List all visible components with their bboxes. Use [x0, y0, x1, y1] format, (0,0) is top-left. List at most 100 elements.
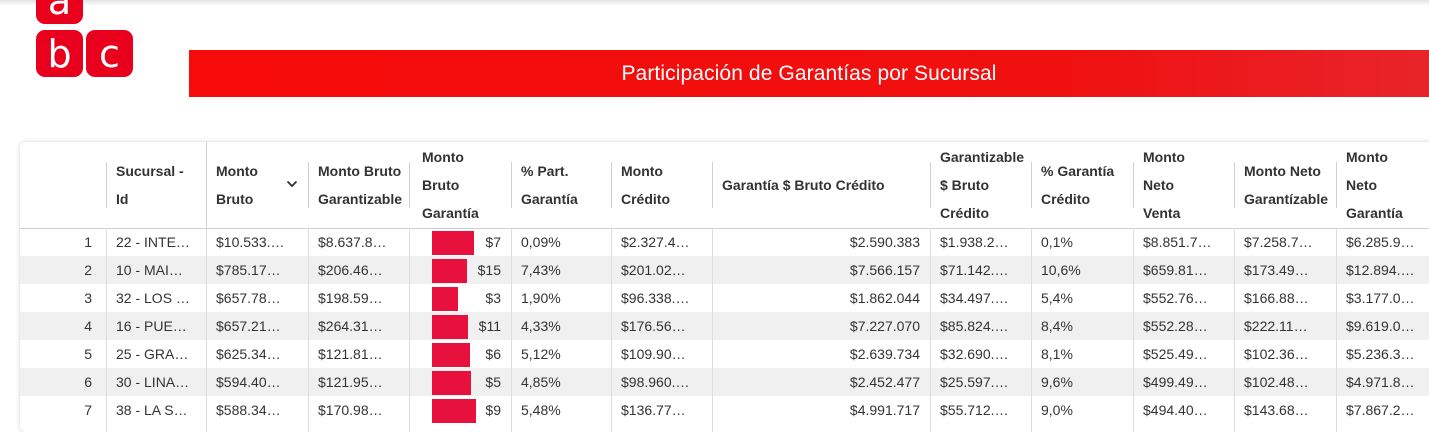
- column-header-line: Garantía: [1346, 205, 1403, 221]
- column-divider: [1031, 228, 1032, 432]
- cell-monto-neto-garantizable: $102.36…: [1244, 346, 1309, 362]
- cell-monto-neto-garantia: $3.177.0…: [1346, 290, 1415, 306]
- header-divider: [106, 162, 107, 208]
- cell-monto-bruto-garantizable: $121.81…: [318, 346, 383, 362]
- cell-pct-garantia-credito: 10,6%: [1041, 262, 1081, 278]
- cell-garantia-bruto-credito: $4.991.717: [849, 402, 920, 418]
- cell-monto-bruto: $588.34…: [216, 402, 281, 418]
- cell-sucursal: 16 - PUE…: [116, 318, 187, 334]
- cell-monto-credito: $98.960.…: [621, 374, 690, 390]
- header-divider: [1031, 162, 1032, 208]
- garantia-bar-value: $3: [485, 290, 501, 306]
- garantia-bar-value: $15: [477, 262, 501, 278]
- cell-pct-part-garantia: 5,12%: [521, 346, 561, 362]
- cell-monto-bruto-garantizable: $121.95…: [318, 374, 383, 390]
- column-header-idx[interactable]: [20, 142, 106, 228]
- column-header-line: Monto Bruto: [318, 163, 402, 179]
- cell-garantizable-bruto-credito: $34.497.…: [940, 290, 1009, 306]
- cell-monto-neto-venta: $552.28…: [1143, 318, 1208, 334]
- cell-garantizable-bruto-credito: $25.597.…: [940, 374, 1009, 390]
- column-header-label: Monto Bruto Garantía: [422, 143, 479, 227]
- cell-pct-part-garantia: 7,43%: [521, 262, 561, 278]
- table-row[interactable]: 4 16 - PUE… $657.21… $264.31… $11 4,33% $176.5…: [20, 312, 1429, 340]
- column-header-label: Garantizable $ Bruto Crédito: [940, 143, 1024, 227]
- column-header-monto-bruto[interactable]: Monto Bruto: [206, 142, 308, 228]
- column-header-line: Neto: [1346, 177, 1378, 193]
- cell-sucursal: 32 - LOS …: [116, 290, 190, 306]
- cell-sucursal: 38 - LA S…: [116, 402, 188, 418]
- garantia-bar: [432, 287, 458, 311]
- cell-monto-neto-venta: $8.851.7…: [1143, 234, 1212, 250]
- garantia-bar-value: $11: [478, 318, 501, 334]
- column-header-label: Monto Bruto Garantizable: [318, 157, 402, 213]
- column-header-monto-bruto-garantizable[interactable]: Monto Bruto Garantizable: [308, 142, 409, 228]
- column-header-monto-neto-venta[interactable]: Monto Neto Venta: [1133, 142, 1234, 228]
- table-row[interactable]: 7 38 - LA S… $588.34… $170.98… $9 5,48% $136.7…: [20, 396, 1429, 424]
- column-header-label: Monto Neto Garantía: [1346, 143, 1403, 227]
- cell-monto-bruto-garantizable: $8.637.8…: [318, 234, 387, 250]
- column-header-line: Venta: [1143, 205, 1181, 221]
- column-divider: [1336, 228, 1337, 432]
- header-divider: [308, 162, 309, 208]
- cell-monto-neto-venta: $525.49…: [1143, 346, 1208, 362]
- table-row[interactable]: 6 30 - LINA… $594.40… $121.95… $5 4,85% $98.96…: [20, 368, 1429, 396]
- cell-pct-part-garantia: 0,09%: [521, 234, 561, 250]
- cell-monto-bruto-garantizable: $264.31…: [318, 318, 383, 334]
- cell-idx: 3: [84, 290, 92, 306]
- data-table: Sucursal - Id Monto Bruto Monto Bruto Garanti…: [20, 142, 1429, 432]
- column-header-garantia-bruto-credito[interactable]: Garantía $ Bruto Crédito: [712, 142, 930, 228]
- cell-monto-credito: $136.77…: [621, 402, 686, 418]
- table-row[interactable]: 3 32 - LOS … $657.78… $198.59… $3 1,90% $96.33…: [20, 284, 1429, 312]
- column-header-monto-bruto-garantia[interactable]: Monto Bruto Garantía: [409, 142, 511, 228]
- cell-monto-neto-garantia: $7.867.2…: [1346, 402, 1415, 418]
- logo-tile-c: c: [86, 30, 133, 77]
- column-header-label: Garantía $ Bruto Crédito: [722, 171, 885, 199]
- cell-garantizable-bruto-credito: $71.142.…: [940, 262, 1009, 278]
- cell-garantizable-bruto-credito: $55.712.…: [940, 402, 1009, 418]
- cell-monto-credito: $201.02…: [621, 262, 686, 278]
- garantia-bar-value: $5: [485, 374, 501, 390]
- cell-monto-neto-garantizable: $166.88…: [1244, 290, 1309, 306]
- garantia-bar-value: $9: [485, 402, 501, 418]
- header-divider: [206, 142, 207, 228]
- column-header-label: Monto Crédito: [621, 157, 670, 213]
- column-header-pct-garantia-credito[interactable]: % Garantía Crédito: [1031, 142, 1133, 228]
- column-header-line: % Part.: [521, 163, 569, 179]
- header-divider: [930, 162, 931, 208]
- table-row[interactable]: 5 25 - GRA… $625.34… $121.81… $6 5,12% $109.90…: [20, 340, 1429, 368]
- cell-monto-bruto: $594.40…: [216, 374, 281, 390]
- cell-monto-bruto-garantizable: $170.98…: [318, 402, 383, 418]
- cell-monto-bruto: $625.34…: [216, 346, 281, 362]
- cell-monto-bruto-garantizable: $206.46…: [318, 262, 383, 278]
- cell-garantia-bruto-credito: $7.566.157: [849, 262, 920, 278]
- cell-sucursal: 30 - LINA…: [116, 374, 190, 390]
- cell-sucursal: 10 - MAI…: [116, 262, 183, 278]
- garantia-bar-value: $7: [485, 234, 501, 250]
- table-row[interactable]: 2 10 - MAI… $785.17… $206.46… $15 7,43% $201.0…: [20, 256, 1429, 284]
- cell-monto-bruto: $785.17…: [216, 262, 281, 278]
- column-header-line: Garantízable: [1244, 191, 1329, 207]
- column-divider: [611, 228, 612, 432]
- column-header-line: % Garantía: [1041, 163, 1115, 179]
- column-header-monto-credito[interactable]: Monto Crédito: [611, 142, 712, 228]
- column-header-garantizable-bruto-credito[interactable]: Garantizable $ Bruto Crédito: [930, 142, 1031, 228]
- header-divider: [409, 162, 410, 208]
- cell-idx: 7: [84, 402, 92, 418]
- cell-pct-part-garantia: 4,85%: [521, 374, 561, 390]
- column-divider: [308, 228, 309, 432]
- column-header-line: Monto: [422, 149, 464, 165]
- column-header-monto-neto-garantizable[interactable]: Monto Neto Garantízable: [1234, 142, 1336, 228]
- column-header-pct-part-garantia[interactable]: % Part. Garantía: [511, 142, 611, 228]
- column-header-monto-neto-garantia[interactable]: Monto Neto Garantía: [1336, 142, 1429, 228]
- cell-garantia-bruto-credito: $2.452.477: [849, 374, 920, 390]
- table-row[interactable]: 1 22 - INTE… $10.533.… $8.637.8… $7 0,09% $2.3…: [20, 228, 1429, 256]
- column-divider: [1234, 228, 1235, 432]
- table-card: Sucursal - Id Monto Bruto Monto Bruto Garanti…: [20, 142, 1429, 432]
- column-header-sucursal[interactable]: Sucursal - Id: [106, 142, 206, 228]
- cell-pct-part-garantia: 4,33%: [521, 318, 561, 334]
- cell-monto-credito: $2.327.4…: [621, 234, 690, 250]
- chevron-down-icon[interactable]: [286, 178, 298, 190]
- column-header-line: Bruto: [422, 177, 460, 193]
- cell-pct-garantia-credito: 0,1%: [1041, 234, 1073, 250]
- cell-monto-bruto: $657.78…: [216, 290, 281, 306]
